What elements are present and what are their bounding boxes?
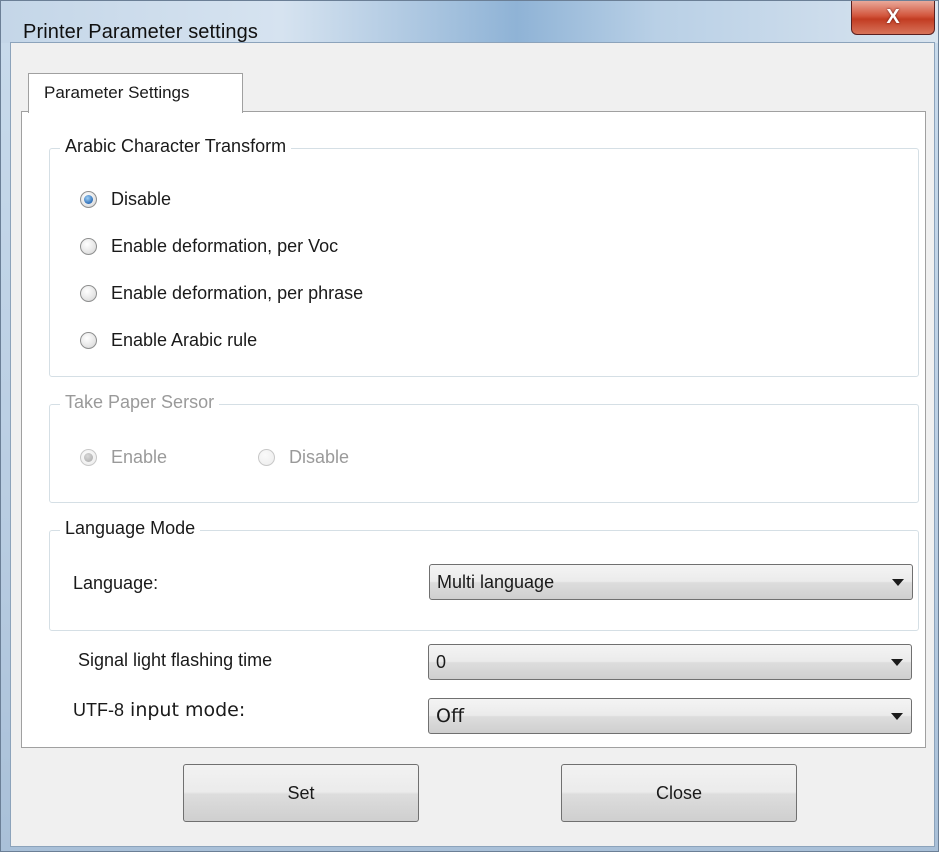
title-bar[interactable]: Printer Parameter settings X [1,1,938,43]
tab-page-parameter-settings: Arabic Character Transform Disable Enabl… [21,111,926,748]
radio-arabic-per-phrase[interactable]: Enable deformation, per phrase [80,283,363,304]
language-dropdown-value: Multi language [437,571,555,592]
radio-arabic-rule[interactable]: Enable Arabic rule [80,330,257,351]
radio-button-checked-icon[interactable] [80,191,97,208]
chevron-down-icon[interactable] [891,659,903,666]
utf8-label-suffix: input mode: [124,699,246,721]
group-label-arabic: Arabic Character Transform [60,136,292,157]
window-close-button[interactable]: X [851,1,935,35]
utf8-mode-dropdown[interactable]: Off [428,698,912,734]
radio-button-icon [258,449,275,466]
chevron-down-icon[interactable] [892,579,904,586]
signal-light-dropdown[interactable]: 0 [428,644,912,680]
signal-light-label: Signal light flashing time [78,650,273,670]
language-mode-group: Language Mode Language: Multi language [49,518,919,631]
set-button[interactable]: Set [183,764,419,822]
chevron-down-icon[interactable] [891,713,903,720]
radio-label: Disable [111,189,172,209]
language-label: Language: [73,573,159,593]
radio-arabic-per-voc[interactable]: Enable deformation, per Voc [80,236,338,257]
radio-label: Disable [289,447,350,467]
radio-arabic-disable[interactable]: Disable [80,189,171,210]
radio-button-checked-icon [80,449,97,466]
close-icon: X [886,6,900,28]
radio-paper-sensor-disable: Disable [258,447,349,468]
close-button-label: Close [655,782,703,803]
radio-label: Enable deformation, per Voc [111,236,339,256]
tab-parameter-settings[interactable]: Parameter Settings [28,73,243,113]
signal-light-dropdown-value: 0 [436,651,447,672]
printer-parameter-window: Printer Parameter settings X Parameter S… [0,0,939,852]
dialog-client-area: Parameter Settings Arabic Character Tran… [10,42,935,847]
group-label-paper-sensor: Take Paper Sersor [60,392,220,413]
utf8-label-prefix: UTF-8 [73,700,124,720]
set-button-label: Set [287,782,315,803]
close-button[interactable]: Close [561,764,797,822]
window-title: Printer Parameter settings [23,21,258,43]
utf8-mode-dropdown-value: Off [436,705,465,727]
utf8-mode-label: UTF-8 input mode: [73,699,245,721]
radio-paper-sensor-enable: Enable [80,447,167,468]
group-label-language-mode: Language Mode [60,518,201,539]
arabic-character-transform-group: Arabic Character Transform Disable Enabl… [49,136,919,377]
radio-button-icon[interactable] [80,238,97,255]
radio-button-icon[interactable] [80,332,97,349]
take-paper-sensor-group: Take Paper Sersor Enable Disable [49,392,919,503]
radio-label: Enable [111,447,168,467]
radio-label: Enable deformation, per phrase [111,283,364,303]
tab-label: Parameter Settings [44,83,190,102]
radio-button-icon[interactable] [80,285,97,302]
language-dropdown[interactable]: Multi language [429,564,913,600]
radio-label: Enable Arabic rule [111,330,258,350]
